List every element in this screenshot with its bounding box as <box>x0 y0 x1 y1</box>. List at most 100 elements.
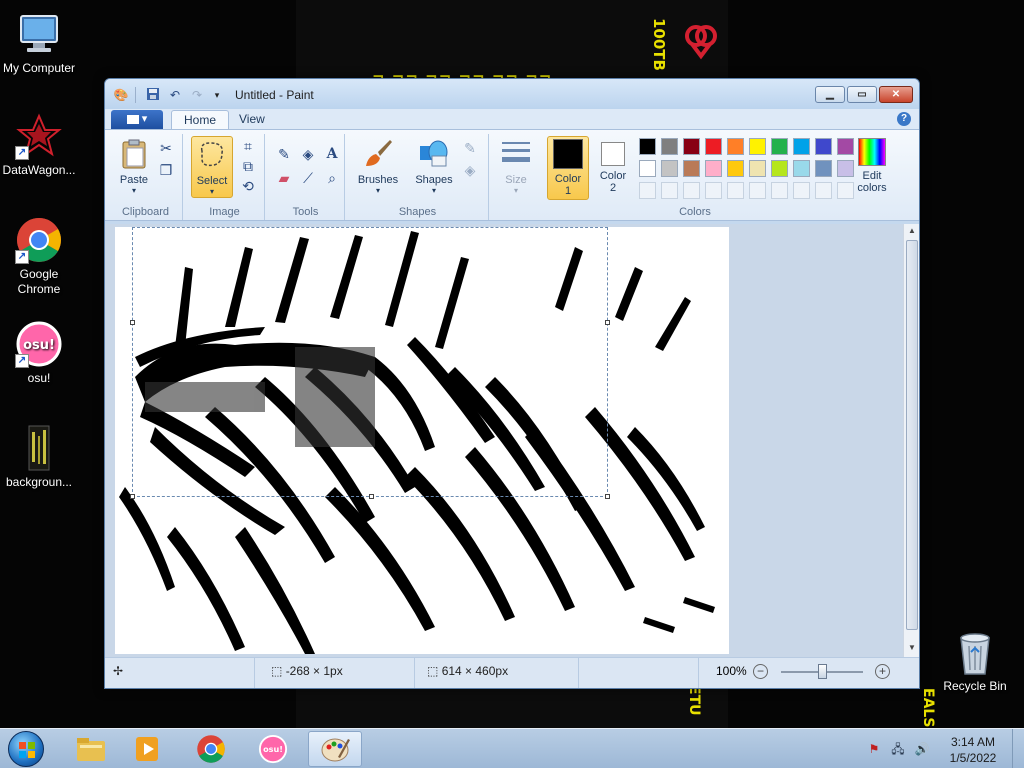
copy-icon[interactable]: ❐ <box>155 160 177 180</box>
palette-swatch[interactable] <box>661 160 678 177</box>
volume-icon[interactable]: 🔊 <box>914 741 930 757</box>
palette-swatch-empty[interactable] <box>639 182 656 199</box>
scroll-thumb[interactable] <box>906 240 918 630</box>
customize-quick-access-icon[interactable]: ▾ <box>209 87 225 103</box>
taskbar-clock[interactable]: 3:14 AM 1/5/2022 <box>940 734 1006 766</box>
scroll-down-icon[interactable]: ▼ <box>904 641 919 655</box>
desktop-icon-osu[interactable]: osu! ↗ osu! <box>0 320 78 386</box>
action-center-icon[interactable]: ⚑ <box>866 741 882 757</box>
palette-swatch-empty[interactable] <box>793 182 810 199</box>
desktop-icon-datawagon[interactable]: ↗ DataWagon... <box>0 112 78 178</box>
color2-button[interactable]: Color 2 <box>593 136 633 200</box>
selection-handle[interactable] <box>130 320 135 325</box>
selection-handle[interactable] <box>369 494 374 499</box>
taskbar-osu[interactable]: osu! <box>246 731 300 767</box>
size-label: Size <box>505 174 527 186</box>
palette-swatch[interactable] <box>727 138 744 155</box>
chevron-down-icon: ▾ <box>131 186 136 195</box>
palette-swatch[interactable] <box>683 138 700 155</box>
magnifier-icon[interactable]: ⌕ <box>321 168 343 188</box>
edit-colors-button[interactable]: Edit colors <box>847 136 897 198</box>
wallpaper-text-bottom-right: EALS <box>920 688 936 728</box>
selection-rectangle[interactable] <box>130 227 610 499</box>
outline-icon[interactable]: ✎ <box>459 138 481 158</box>
desktop-icon-my-computer[interactable]: My Computer <box>0 10 78 76</box>
zoom-in-button[interactable]: + <box>875 664 890 679</box>
selection-handle[interactable] <box>605 494 610 499</box>
color-picker-icon[interactable]: ⟋ <box>297 168 319 188</box>
color1-button[interactable]: Color 1 <box>547 136 589 200</box>
palette-swatch[interactable] <box>771 138 788 155</box>
taskbar-media-player[interactable] <box>120 731 174 767</box>
selection-handle[interactable] <box>130 494 135 499</box>
palette-swatch[interactable] <box>727 160 744 177</box>
vertical-scrollbar[interactable]: ▲ ▼ <box>903 224 919 657</box>
desktop-icon-label: osu! <box>27 371 51 385</box>
tab-home[interactable]: Home <box>171 110 230 130</box>
brushes-button[interactable]: Brushes ▾ <box>353 136 403 198</box>
help-icon[interactable]: ? <box>897 112 911 126</box>
desktop-icon-recycle-bin[interactable]: Recycle Bin <box>936 630 1014 694</box>
minimize-button[interactable]: ▁ <box>815 86 845 103</box>
select-button[interactable]: Select ▾ <box>191 136 233 198</box>
palette-swatch[interactable] <box>749 138 766 155</box>
save-icon[interactable] <box>145 87 161 103</box>
palette-swatch-empty[interactable] <box>815 182 832 199</box>
palette-swatch[interactable] <box>639 160 656 177</box>
scroll-up-icon[interactable]: ▲ <box>904 224 919 238</box>
canvas-area[interactable]: ▲ ▼ <box>105 224 919 657</box>
start-button[interactable] <box>8 731 44 767</box>
cut-icon[interactable]: ✂ <box>155 138 177 158</box>
osu-icon: osu! <box>258 734 288 764</box>
palette-swatch[interactable] <box>705 160 722 177</box>
show-desktop-button[interactable] <box>1012 729 1024 768</box>
palette-swatch[interactable] <box>749 160 766 177</box>
paste-button[interactable]: Paste ▾ <box>113 136 155 198</box>
crop-icon[interactable]: ⌗ <box>237 136 259 156</box>
palette-swatch-empty[interactable] <box>727 182 744 199</box>
maximize-button[interactable]: ▭ <box>847 86 877 103</box>
shape-fill-icon[interactable]: ◈ <box>459 160 481 180</box>
redo-icon[interactable]: ↷ <box>189 87 205 103</box>
pencil-icon[interactable]: ✎ <box>273 144 295 164</box>
zoom-slider-knob[interactable] <box>818 664 827 679</box>
palette-swatch[interactable] <box>815 160 832 177</box>
close-button[interactable]: ✕ <box>879 86 913 103</box>
svg-text:osu!: osu! <box>23 338 55 353</box>
desktop-icon-google-chrome[interactable]: ↗ Google Chrome <box>0 216 78 297</box>
desktop-icon-background[interactable]: backgroun... <box>0 424 78 490</box>
palette-swatch-empty[interactable] <box>749 182 766 199</box>
taskbar-chrome[interactable] <box>184 731 238 767</box>
paint-app-icon[interactable]: 🎨 <box>113 87 129 103</box>
undo-icon[interactable]: ↶ <box>167 87 183 103</box>
palette-swatch[interactable] <box>815 138 832 155</box>
tab-view[interactable]: View <box>227 110 277 130</box>
paint-menu-button[interactable]: ▾ <box>111 110 163 129</box>
desktop-icon-label: DataWagon... <box>2 163 76 177</box>
palette-swatch-empty[interactable] <box>683 182 700 199</box>
drawing-canvas[interactable] <box>115 227 729 654</box>
zoom-out-button[interactable]: − <box>753 664 768 679</box>
palette-swatch[interactable] <box>705 138 722 155</box>
palette-swatch[interactable] <box>661 138 678 155</box>
palette-swatch-empty[interactable] <box>661 182 678 199</box>
rotate-icon[interactable]: ⟲ <box>237 176 259 196</box>
shapes-button[interactable]: Shapes ▾ <box>409 136 459 198</box>
selection-handle[interactable] <box>605 320 610 325</box>
palette-swatch-empty[interactable] <box>771 182 788 199</box>
text-icon[interactable]: A <box>321 144 343 164</box>
palette-swatch[interactable] <box>793 138 810 155</box>
title-bar[interactable]: 🎨 ↶ ↷ ▾ Untitled - Paint ▁ ▭ ✕ <box>105 79 919 109</box>
fill-icon[interactable]: ◈ <box>297 144 319 164</box>
eraser-icon[interactable]: ▰ <box>273 168 295 188</box>
palette-swatch[interactable] <box>793 160 810 177</box>
taskbar-explorer[interactable] <box>64 731 118 767</box>
palette-swatch-empty[interactable] <box>705 182 722 199</box>
network-icon[interactable]: 🖧 <box>890 741 906 757</box>
palette-swatch[interactable] <box>639 138 656 155</box>
palette-swatch[interactable] <box>771 160 788 177</box>
palette-swatch[interactable] <box>683 160 700 177</box>
resize-icon[interactable]: ⧉ <box>237 156 259 176</box>
taskbar-paint[interactable] <box>308 731 362 767</box>
size-button[interactable]: Size ▾ <box>495 136 537 198</box>
